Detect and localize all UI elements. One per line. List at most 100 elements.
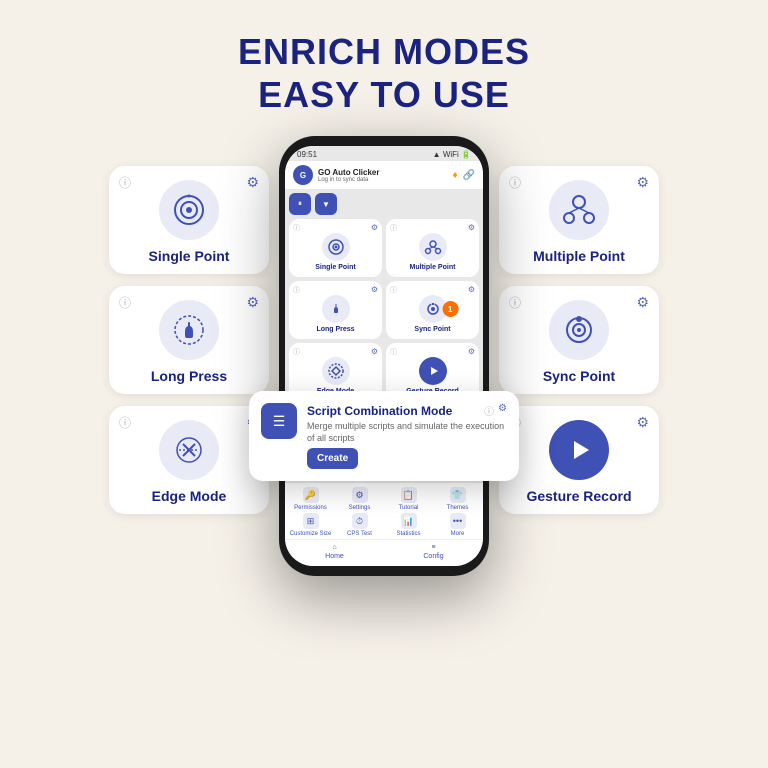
themes-label: Themes bbox=[447, 505, 469, 511]
header-icons: ♦ 🔗 bbox=[452, 170, 475, 181]
phone-long-press[interactable]: ⓘ ⚙ Long Press bbox=[289, 281, 382, 339]
home-tab-label: Home bbox=[325, 553, 344, 560]
phone-tabs: ⌂ Home ≡ Config bbox=[285, 539, 483, 566]
page-title: ENRICH MODES EASY TO USE bbox=[0, 0, 768, 126]
info-icon-multiple-right: ⓘ bbox=[509, 174, 521, 191]
pg-edge: ⚙ bbox=[371, 347, 378, 356]
script-title-row: Script Combination Mode ⓘ ⚙ bbox=[307, 403, 507, 418]
phone-sync-point[interactable]: ⓘ ⚙ 1 Sync Point bbox=[386, 281, 479, 339]
info-icon-popup: ⓘ bbox=[484, 403, 494, 418]
multiple-point-icon-right bbox=[549, 180, 609, 240]
script-combo-desc: Merge multiple scripts and simulate the … bbox=[307, 421, 507, 444]
script-combination-popup: ☰ Script Combination Mode ⓘ ⚙ Merge mult… bbox=[249, 391, 519, 481]
single-point-label-left: Single Point bbox=[149, 248, 230, 264]
info-icon-sync-right: ⓘ bbox=[509, 294, 521, 311]
phone-menu-settings[interactable]: ⚙ Settings bbox=[336, 487, 383, 511]
sync-point-label-right: Sync Point bbox=[543, 368, 615, 384]
pi-sync: ⓘ bbox=[390, 285, 397, 295]
pause-button[interactable]: ⏸ bbox=[289, 193, 311, 215]
phone: 09:51 ▲ WiFi 🔋 G GO Auto Clicker Log in … bbox=[279, 136, 489, 576]
more-label: More bbox=[451, 531, 465, 537]
phone-menu-cps[interactable]: ⏱ CPS Test bbox=[336, 513, 383, 537]
down-button[interactable]: ▼ bbox=[315, 193, 337, 215]
card-sync-point-right[interactable]: ⓘ ⚙ Sync Point bbox=[499, 286, 659, 394]
phone-single-icon bbox=[322, 233, 350, 261]
main-layout: ⓘ ⚙ Single Point ⓘ ⚙ bbox=[0, 126, 768, 576]
phone-menu-grid: 🔑 Permissions ⚙ Settings 📋 Tutorial bbox=[285, 483, 483, 539]
phone-sync-label: Sync Point bbox=[414, 326, 450, 333]
phone-menu-customize[interactable]: ⊞ Customize Size bbox=[287, 513, 334, 537]
phone-multiple-point[interactable]: ⓘ ⚙ Multiple Point bbox=[386, 219, 479, 277]
phone-menu-permissions[interactable]: 🔑 Permissions bbox=[287, 487, 334, 511]
customize-label: Customize Size bbox=[290, 531, 332, 537]
phone-time: 09:51 bbox=[297, 150, 317, 159]
statistics-label: Statistics bbox=[396, 531, 420, 537]
app-logo: G bbox=[293, 165, 313, 185]
phone-mode-grid: ⓘ ⚙ Single Point ⓘ ⚙ bbox=[285, 219, 483, 401]
phone-long-press-label: Long Press bbox=[316, 326, 354, 333]
phone-screen: 09:51 ▲ WiFi 🔋 G GO Auto Clicker Log in … bbox=[285, 146, 483, 566]
create-button[interactable]: Create bbox=[307, 448, 358, 469]
card-single-point-left[interactable]: ⓘ ⚙ Single Point bbox=[109, 166, 269, 274]
home-tab-icon: ⌂ bbox=[332, 544, 336, 551]
phone-menu-statistics[interactable]: 📊 Statistics bbox=[385, 513, 432, 537]
single-point-icon-left bbox=[159, 180, 219, 240]
gesture-record-label-right: Gesture Record bbox=[526, 488, 631, 504]
pg-single: ⚙ bbox=[371, 223, 378, 232]
edge-mode-icon-left bbox=[159, 420, 219, 480]
card-gesture-record-right[interactable]: ⓘ ⚙ Gesture Record bbox=[499, 406, 659, 514]
phone-bottom-nav: 🔑 Permissions ⚙ Settings 📋 Tutorial bbox=[285, 483, 483, 566]
phone-app-header: G GO Auto Clicker Log in to sync data ♦ … bbox=[285, 161, 483, 189]
phone-status-bar: 09:51 ▲ WiFi 🔋 bbox=[285, 146, 483, 161]
tutorial-label: Tutorial bbox=[399, 505, 419, 511]
card-multiple-point-right[interactable]: ⓘ ⚙ Multiple Point bbox=[499, 166, 659, 274]
phone-edge-icon bbox=[322, 357, 350, 385]
gear-icon-popup[interactable]: ⚙ bbox=[498, 403, 507, 418]
config-tab-icon: ≡ bbox=[431, 544, 435, 551]
share-icon: 🔗 bbox=[463, 170, 475, 181]
settings-icon: ⚙ bbox=[352, 487, 368, 503]
config-tab-label: Config bbox=[423, 553, 443, 560]
edge-mode-label-left: Edge Mode bbox=[152, 488, 227, 504]
phone-menu-more[interactable]: ••• More bbox=[434, 513, 481, 537]
phone-tab-config[interactable]: ≡ Config bbox=[384, 544, 483, 560]
info-icon-long-press-left: ⓘ bbox=[119, 294, 131, 311]
pg-gesture: ⚙ bbox=[468, 347, 475, 356]
info-icon-edge-left: ⓘ bbox=[119, 414, 131, 431]
phone-controls: ⏸ ▼ bbox=[285, 189, 483, 219]
customize-icon: ⊞ bbox=[303, 513, 319, 529]
gear-icon-gesture-right[interactable]: ⚙ bbox=[636, 414, 649, 431]
card-edge-mode-left[interactable]: ⓘ ⚙ Edge Mode bbox=[109, 406, 269, 514]
long-press-label-left: Long Press bbox=[151, 368, 227, 384]
phone-gesture-icon bbox=[419, 357, 447, 385]
sync-point-icon-right bbox=[549, 300, 609, 360]
pi-long-press: ⓘ bbox=[293, 285, 300, 295]
script-combo-title: Script Combination Mode bbox=[307, 404, 452, 418]
pi-single: ⓘ bbox=[293, 223, 300, 233]
pi-gesture: ⓘ bbox=[390, 347, 397, 357]
phone-menu-tutorial[interactable]: 📋 Tutorial bbox=[385, 487, 432, 511]
app-title-group: GO Auto Clicker Log in to sync data bbox=[318, 168, 452, 183]
statistics-icon: 📊 bbox=[401, 513, 417, 529]
phone-menu-themes[interactable]: 👕 Themes bbox=[434, 487, 481, 511]
phone-long-press-icon bbox=[322, 295, 350, 323]
phone-single-point[interactable]: ⓘ ⚙ Single Point bbox=[289, 219, 382, 277]
card-long-press-left[interactable]: ⓘ ⚙ Long Press bbox=[109, 286, 269, 394]
permissions-label: Permissions bbox=[294, 505, 327, 511]
phone-multiple-label: Multiple Point bbox=[410, 264, 456, 271]
diamond-icon: ♦ bbox=[452, 170, 457, 181]
app-subtitle: Log in to sync data bbox=[318, 177, 452, 183]
right-cards: ⓘ ⚙ Multiple Point ⓘ ⚙ bbox=[499, 166, 659, 514]
pg-multiple: ⚙ bbox=[468, 223, 475, 232]
phone-status-icons: ▲ WiFi 🔋 bbox=[433, 150, 471, 159]
long-press-icon-left bbox=[159, 300, 219, 360]
app-name: GO Auto Clicker bbox=[318, 168, 452, 177]
tutorial-icon: 📋 bbox=[401, 487, 417, 503]
gear-icon-sync-right[interactable]: ⚙ bbox=[636, 294, 649, 311]
phone-container: 09:51 ▲ WiFi 🔋 G GO Auto Clicker Log in … bbox=[279, 136, 489, 576]
gear-icon-multiple-right[interactable]: ⚙ bbox=[636, 174, 649, 191]
gear-icon-single-left[interactable]: ⚙ bbox=[246, 174, 259, 191]
phone-tab-home[interactable]: ⌂ Home bbox=[285, 544, 384, 560]
info-icon-single-left: ⓘ bbox=[119, 174, 131, 191]
gear-icon-long-press-left[interactable]: ⚙ bbox=[246, 294, 259, 311]
